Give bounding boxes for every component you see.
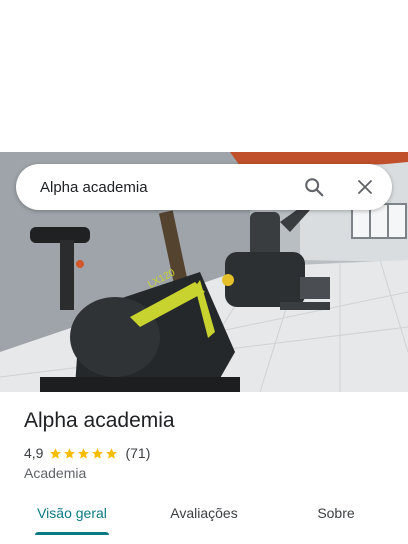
rating-value: 4,9 [24, 445, 44, 461]
rating-stars [49, 447, 119, 460]
search-bar [16, 164, 392, 210]
tab-reviews[interactable]: Avaliações [155, 496, 253, 534]
place-title: Alpha academia [24, 409, 175, 432]
tab-about[interactable]: Sobre [300, 496, 372, 534]
active-tab-indicator [35, 532, 109, 535]
review-count[interactable]: (71) [125, 445, 150, 461]
tab-bar: Visão geral Avaliações Sobre [0, 496, 408, 536]
search-icon [305, 178, 324, 197]
close-icon [358, 180, 372, 194]
star-icon [106, 447, 118, 459]
map-blank-area [0, 0, 408, 152]
star-icon [92, 447, 104, 459]
search-input[interactable] [40, 164, 290, 210]
star-icon [78, 447, 90, 459]
place-category[interactable]: Academia [24, 465, 86, 481]
star-icon [50, 447, 62, 459]
search-button[interactable] [299, 172, 329, 202]
tab-overview[interactable]: Visão geral [24, 496, 120, 534]
rating-row[interactable]: 4,9 (71) [24, 444, 150, 462]
close-button[interactable] [350, 172, 380, 202]
star-icon [64, 447, 76, 459]
